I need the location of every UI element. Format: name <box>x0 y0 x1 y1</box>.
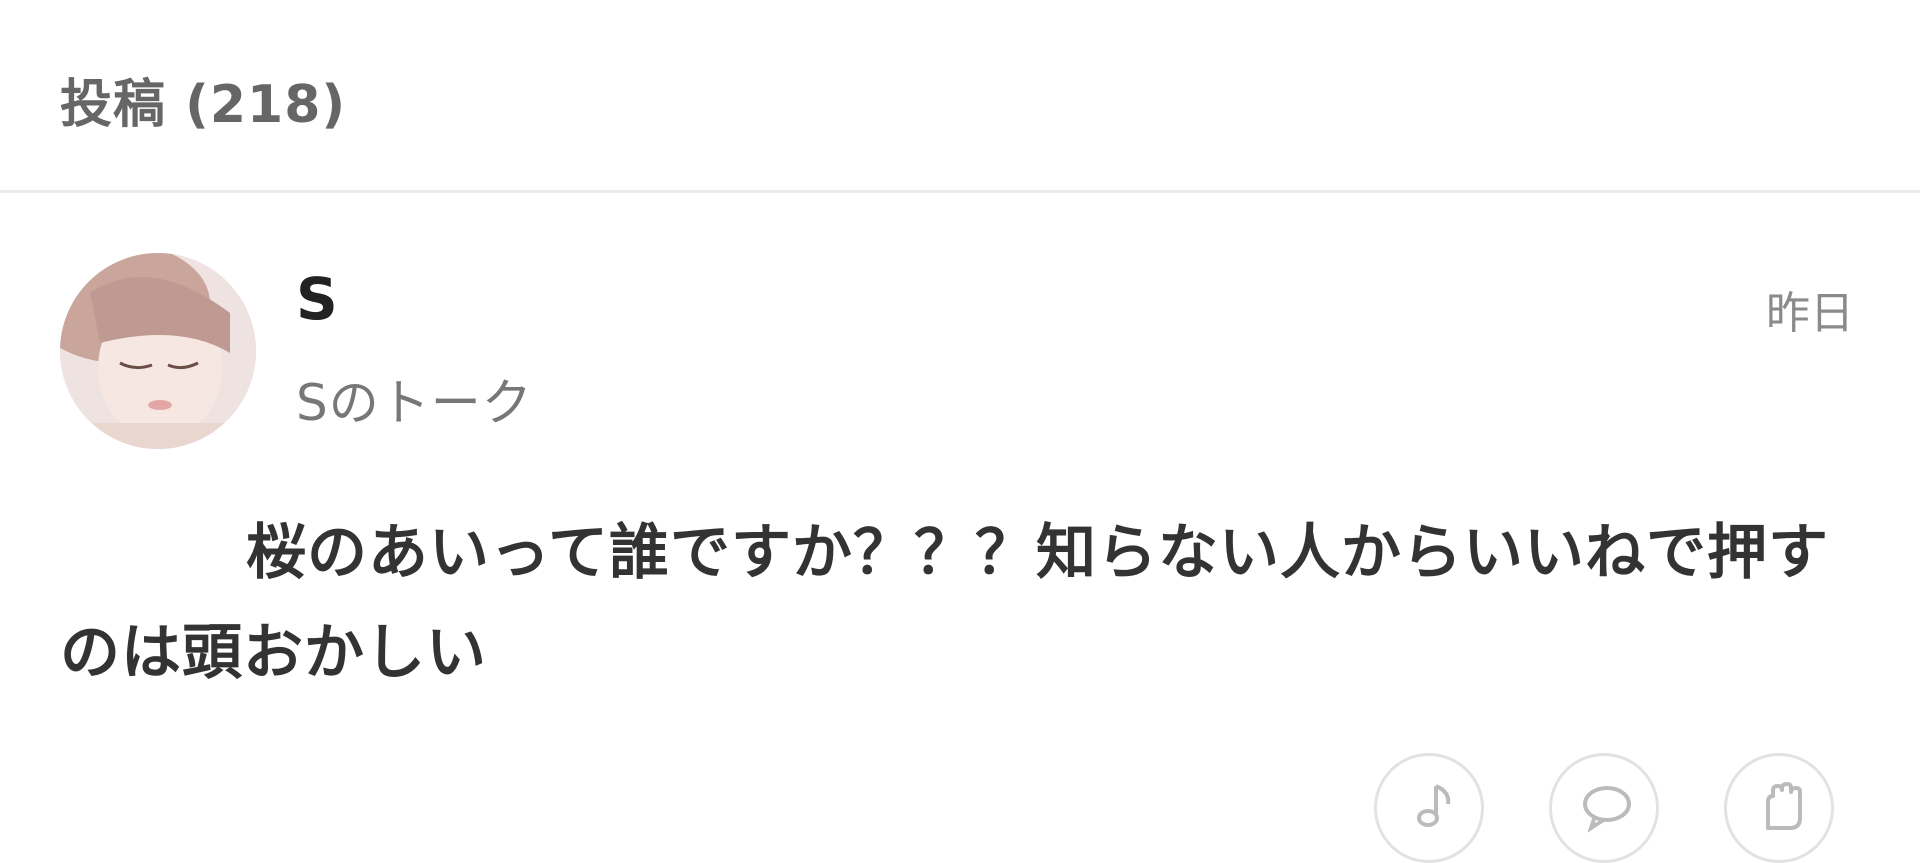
avatar-image <box>60 253 256 449</box>
hand-button[interactable] <box>1724 753 1834 863</box>
avatar[interactable] <box>60 253 256 449</box>
music-button[interactable] <box>1374 753 1484 863</box>
post-timestamp: 昨日 <box>1766 288 1854 339</box>
comment-button[interactable] <box>1549 753 1659 863</box>
posts-header: 投稿 (218) <box>0 0 1920 190</box>
music-icon <box>1417 784 1451 827</box>
post-card[interactable]: S Sのトーク 昨日 桜のあいって誰ですか？？？知らない人からいいねで押すのは頭… <box>0 193 1920 863</box>
post-body: 桜のあいって誰ですか？？？知らない人からいいねで押すのは頭おかしい <box>60 518 1829 688</box>
user-name[interactable]: S <box>296 265 338 333</box>
talk-name[interactable]: Sのトーク <box>296 363 533 435</box>
hand-icon <box>1766 782 1802 830</box>
section-title: 投稿 (218) <box>60 75 347 135</box>
comment-icon <box>1583 786 1631 833</box>
